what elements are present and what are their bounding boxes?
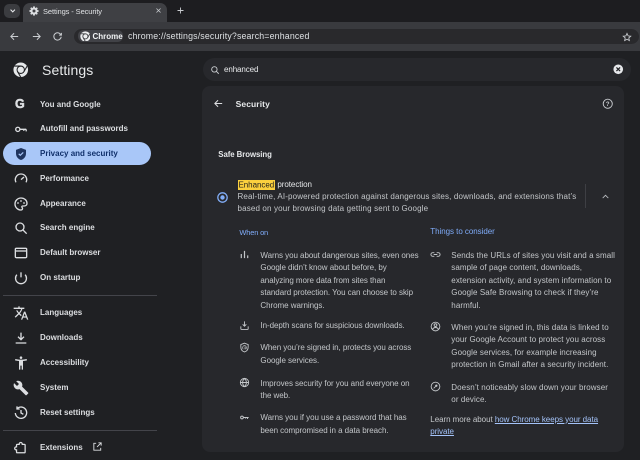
svg-text:?: ? <box>605 102 609 108</box>
